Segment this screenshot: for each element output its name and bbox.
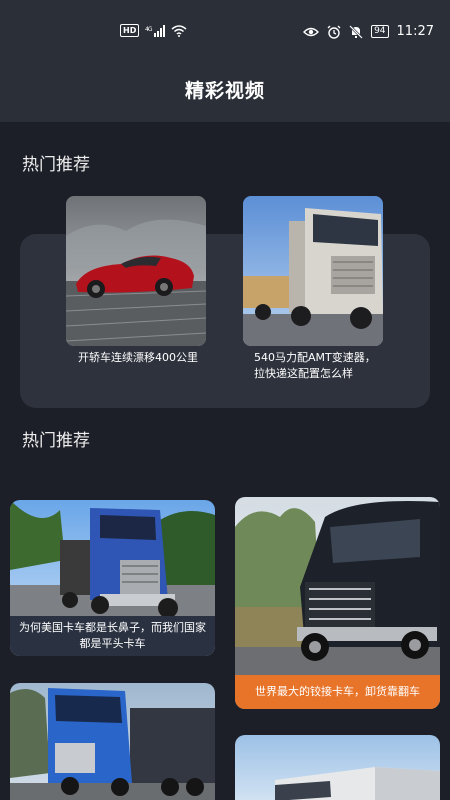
section-title-hot: 热门推荐 [22,155,90,175]
video-caption: 为何美国卡车都是长鼻子，而我们国家都是平头卡车 [10,616,215,656]
app-header: HD 4G 94 11:27 精彩视频 [0,0,450,122]
recommend-caption[interactable]: 开轿车连续漂移400公里 [78,350,208,366]
battery-icon: 94 [371,25,389,38]
mute-bell-icon [349,24,363,39]
alarm-icon [327,25,341,39]
svg-text:4G: 4G [145,26,153,33]
recommend-thumb-truck[interactable] [243,196,383,346]
signal-icon: 4G [145,24,166,37]
clock-time: 11:27 [396,24,434,39]
eye-icon [303,26,320,38]
hd-icon: HD [120,24,140,37]
section-title-hot-2: 热门推荐 [22,431,90,451]
recommend-thumb-car[interactable] [66,196,206,346]
video-card[interactable]: 为何美国卡车都是长鼻子，而我们国家都是平头卡车 [10,500,215,656]
video-card[interactable] [10,683,215,800]
video-card[interactable] [235,735,440,800]
page-title: 精彩视频 [184,80,265,102]
wifi-icon [171,24,187,37]
video-caption: 世界最大的铰接卡车，卸货靠翻车 [235,675,440,709]
video-card[interactable]: 世界最大的铰接卡车，卸货靠翻车 [235,497,440,709]
recommend-caption[interactable]: 540马力配AMT变速器，拉快递这配置怎么样 [254,350,384,382]
status-bar: HD 4G 94 11:27 [0,24,450,44]
